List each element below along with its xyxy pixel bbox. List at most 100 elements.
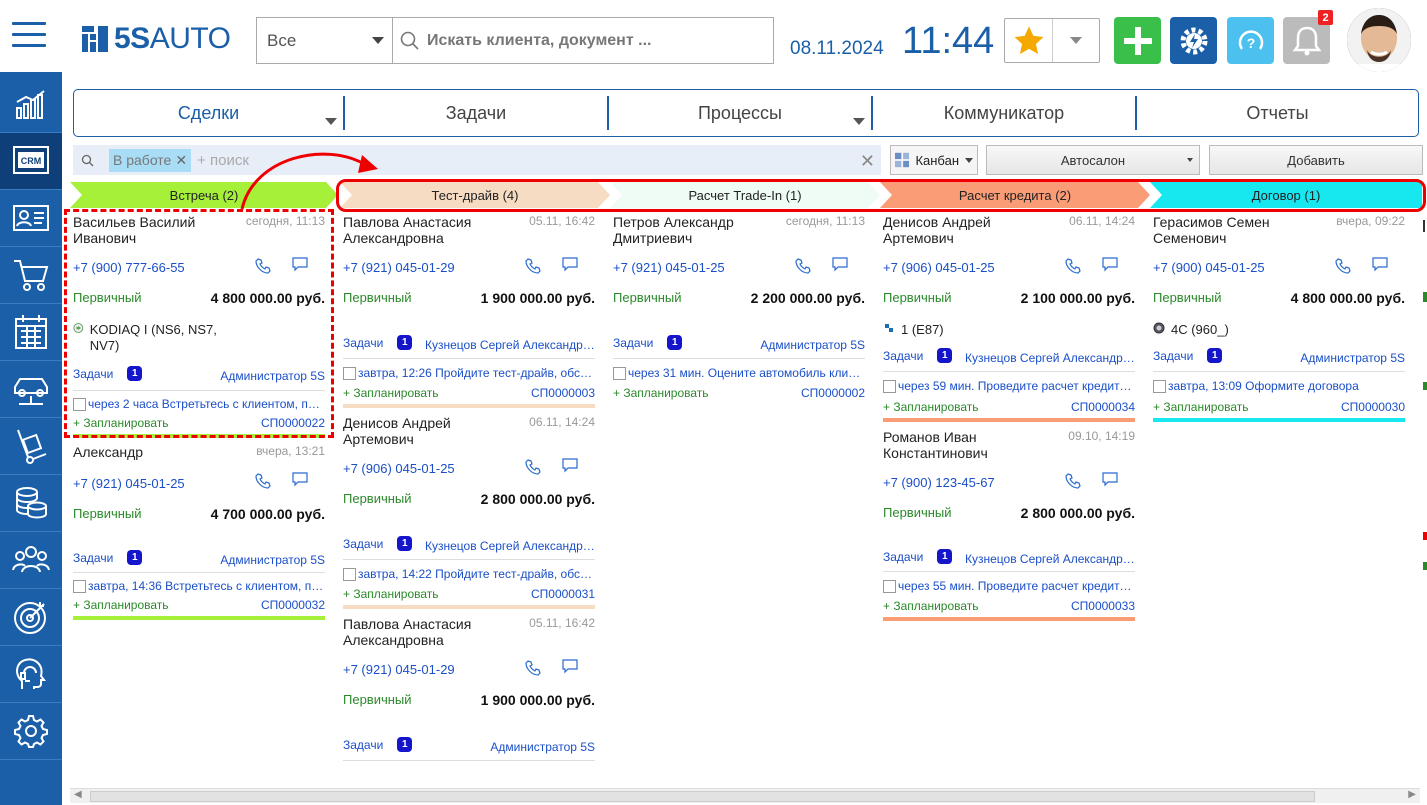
chat-icon[interactable]	[561, 456, 579, 474]
tab-deals[interactable]: Сделки	[74, 96, 345, 130]
phone-icon[interactable]	[524, 257, 542, 275]
settings-button[interactable]	[1170, 17, 1217, 64]
chat-icon[interactable]	[1101, 255, 1119, 273]
responsible[interactable]: Кузнецов Сергей Александров...	[965, 552, 1135, 566]
scrollbar-thumb[interactable]	[90, 791, 1315, 802]
schedule-link[interactable]: + Запланировать	[1153, 400, 1249, 414]
deal-tasks[interactable]: Задачи 1	[73, 550, 143, 565]
deal-tasks[interactable]: Задачи 1	[343, 737, 413, 752]
chat-icon[interactable]	[831, 255, 849, 273]
client-name[interactable]: Павлова Анастасия Александровна	[343, 214, 513, 246]
deal-card[interactable]: Денисов Андрей Артемович 06.11, 14:24 +7…	[883, 212, 1135, 427]
deal-code[interactable]: СП0000032	[261, 598, 325, 612]
deal-tasks[interactable]: Задачи 1	[343, 335, 413, 350]
sidebar-item-warehouse[interactable]	[0, 418, 62, 475]
client-phone[interactable]: +7 (921) 045-01-25	[73, 476, 185, 491]
deal-tasks[interactable]: Задачи 1	[883, 549, 953, 564]
task-checkbox[interactable]	[883, 379, 896, 393]
deal-card[interactable]: Денисов Андрей Артемович 06.11, 14:24 +7…	[343, 413, 595, 614]
sidebar-item-shop[interactable]	[0, 247, 62, 304]
client-name[interactable]: Герасимов Семен Семенович	[1153, 214, 1323, 246]
deal-code[interactable]: СП0000034	[1071, 400, 1135, 414]
task-checkbox[interactable]	[613, 366, 626, 380]
deal-card[interactable]: Александр вчера, 13:21 +7 (921) 045-01-2…	[73, 442, 325, 642]
deal-code[interactable]: СП0000002	[801, 386, 865, 400]
deal-card[interactable]: Павлова Анастасия Александровна 05.11, 1…	[343, 614, 595, 764]
deal-tasks[interactable]: Задачи 1	[883, 348, 953, 363]
search-input[interactable]: Искать клиента, документ ...	[393, 18, 773, 63]
deal-code[interactable]: СП0000030	[1341, 400, 1405, 414]
client-phone[interactable]: +7 (921) 045-01-29	[343, 662, 455, 677]
next-task[interactable]: завтра, 13:09 Оформите договора	[1153, 379, 1405, 393]
schedule-link[interactable]: + Запланировать	[343, 386, 439, 400]
chat-icon[interactable]	[1371, 255, 1389, 273]
sidebar-item-service[interactable]	[0, 361, 62, 418]
tab-reports[interactable]: Отчеты	[1137, 96, 1418, 130]
task-checkbox[interactable]	[343, 567, 356, 581]
favorites-dropdown[interactable]	[1053, 19, 1099, 62]
scroll-left-arrow-icon[interactable]: ◀	[74, 789, 82, 800]
sidebar-item-analytics[interactable]	[0, 76, 62, 133]
phone-icon[interactable]	[524, 458, 542, 476]
deal-card[interactable]: Герасимов Семен Семенович вчера, 09:22 +…	[1153, 212, 1405, 427]
next-task[interactable]: завтра, 12:26 Пройдите тест-драйв, обсуд…	[343, 366, 595, 380]
next-task[interactable]: завтра, 14:36 Встретьтесь с клиентом, пр…	[73, 579, 325, 593]
sidebar-item-marketing[interactable]	[0, 589, 62, 646]
responsible[interactable]: Кузнецов Сергей Александров...	[425, 338, 595, 352]
favorites-button[interactable]	[1005, 19, 1053, 62]
next-task[interactable]: через 31 мин. Оцените автомобиль клиента…	[613, 366, 865, 380]
client-phone[interactable]: +7 (900) 045-01-25	[1153, 260, 1265, 275]
tab-tasks[interactable]: Задачи	[345, 96, 609, 130]
user-avatar[interactable]	[1347, 8, 1411, 72]
kanban-horizontal-scrollbar[interactable]: ◀ ▶	[70, 788, 1420, 803]
client-name[interactable]: Павлова Анастасия Александровна	[343, 616, 513, 648]
scroll-right-arrow-icon[interactable]: ▶	[1408, 789, 1416, 800]
deal-card[interactable]: Петров Александр Дмитриевич сегодня, 11:…	[613, 212, 865, 413]
client-name[interactable]: Александр	[73, 444, 243, 460]
chat-icon[interactable]	[561, 255, 579, 273]
deal-card[interactable]: Романов Иван Константинович 09.10, 14:19…	[883, 427, 1135, 627]
chat-icon[interactable]	[1101, 470, 1119, 488]
close-icon[interactable]: ✕	[175, 152, 187, 169]
clear-filter-icon[interactable]: ✕	[860, 151, 875, 172]
help-button[interactable]: ?	[1227, 17, 1274, 64]
brand-logo[interactable]: 5SAUTO	[82, 22, 231, 56]
next-task[interactable]: через 59 мин. Проведите расчет кредита н…	[883, 379, 1135, 393]
client-phone[interactable]: +7 (900) 123-45-67	[883, 475, 995, 490]
deal-tasks[interactable]: Задачи 1	[1153, 348, 1223, 363]
deal-code[interactable]: СП0000033	[1071, 599, 1135, 613]
deal-code[interactable]: СП0000003	[531, 386, 595, 400]
task-checkbox[interactable]	[343, 366, 356, 380]
responsible[interactable]: Администратор 5S	[760, 338, 865, 352]
responsible[interactable]: Кузнецов Сергей Александров...	[425, 539, 595, 553]
create-button[interactable]	[1114, 17, 1161, 64]
responsible[interactable]: Администратор 5S	[1300, 351, 1405, 365]
client-phone[interactable]: +7 (921) 045-01-29	[343, 260, 455, 275]
task-checkbox[interactable]	[883, 579, 896, 593]
schedule-link[interactable]: + Запланировать	[613, 386, 709, 400]
sidebar-item-crm[interactable]: CRM	[0, 133, 62, 190]
responsible[interactable]: Администратор 5S	[490, 740, 595, 754]
phone-icon[interactable]	[1334, 257, 1352, 275]
sidebar-item-finance[interactable]	[0, 475, 62, 532]
phone-icon[interactable]	[794, 257, 812, 275]
chat-icon[interactable]	[561, 657, 579, 675]
deal-code[interactable]: СП0000031	[531, 587, 595, 601]
responsible[interactable]: Администратор 5S	[220, 553, 325, 567]
sidebar-item-settings[interactable]	[0, 703, 62, 760]
filter-chip-in-progress[interactable]: В работе ✕	[109, 148, 192, 172]
client-name[interactable]: Денисов Андрей Артемович	[343, 415, 513, 447]
client-phone[interactable]: +7 (906) 045-01-25	[343, 461, 455, 476]
schedule-link[interactable]: + Запланировать	[883, 599, 979, 613]
phone-icon[interactable]	[1064, 472, 1082, 490]
sidebar-item-calendar[interactable]	[0, 304, 62, 361]
dealership-select[interactable]: Автосалон	[986, 145, 1200, 175]
task-checkbox[interactable]	[73, 579, 86, 593]
phone-icon[interactable]	[524, 659, 542, 677]
task-checkbox[interactable]	[1153, 379, 1166, 393]
schedule-link[interactable]: + Запланировать	[343, 587, 439, 601]
deal-tasks[interactable]: Задачи 1	[343, 536, 413, 551]
phone-icon[interactable]	[254, 472, 272, 490]
tab-communicator[interactable]: Коммуникатор	[873, 96, 1137, 130]
tab-processes[interactable]: Процессы	[609, 96, 873, 130]
